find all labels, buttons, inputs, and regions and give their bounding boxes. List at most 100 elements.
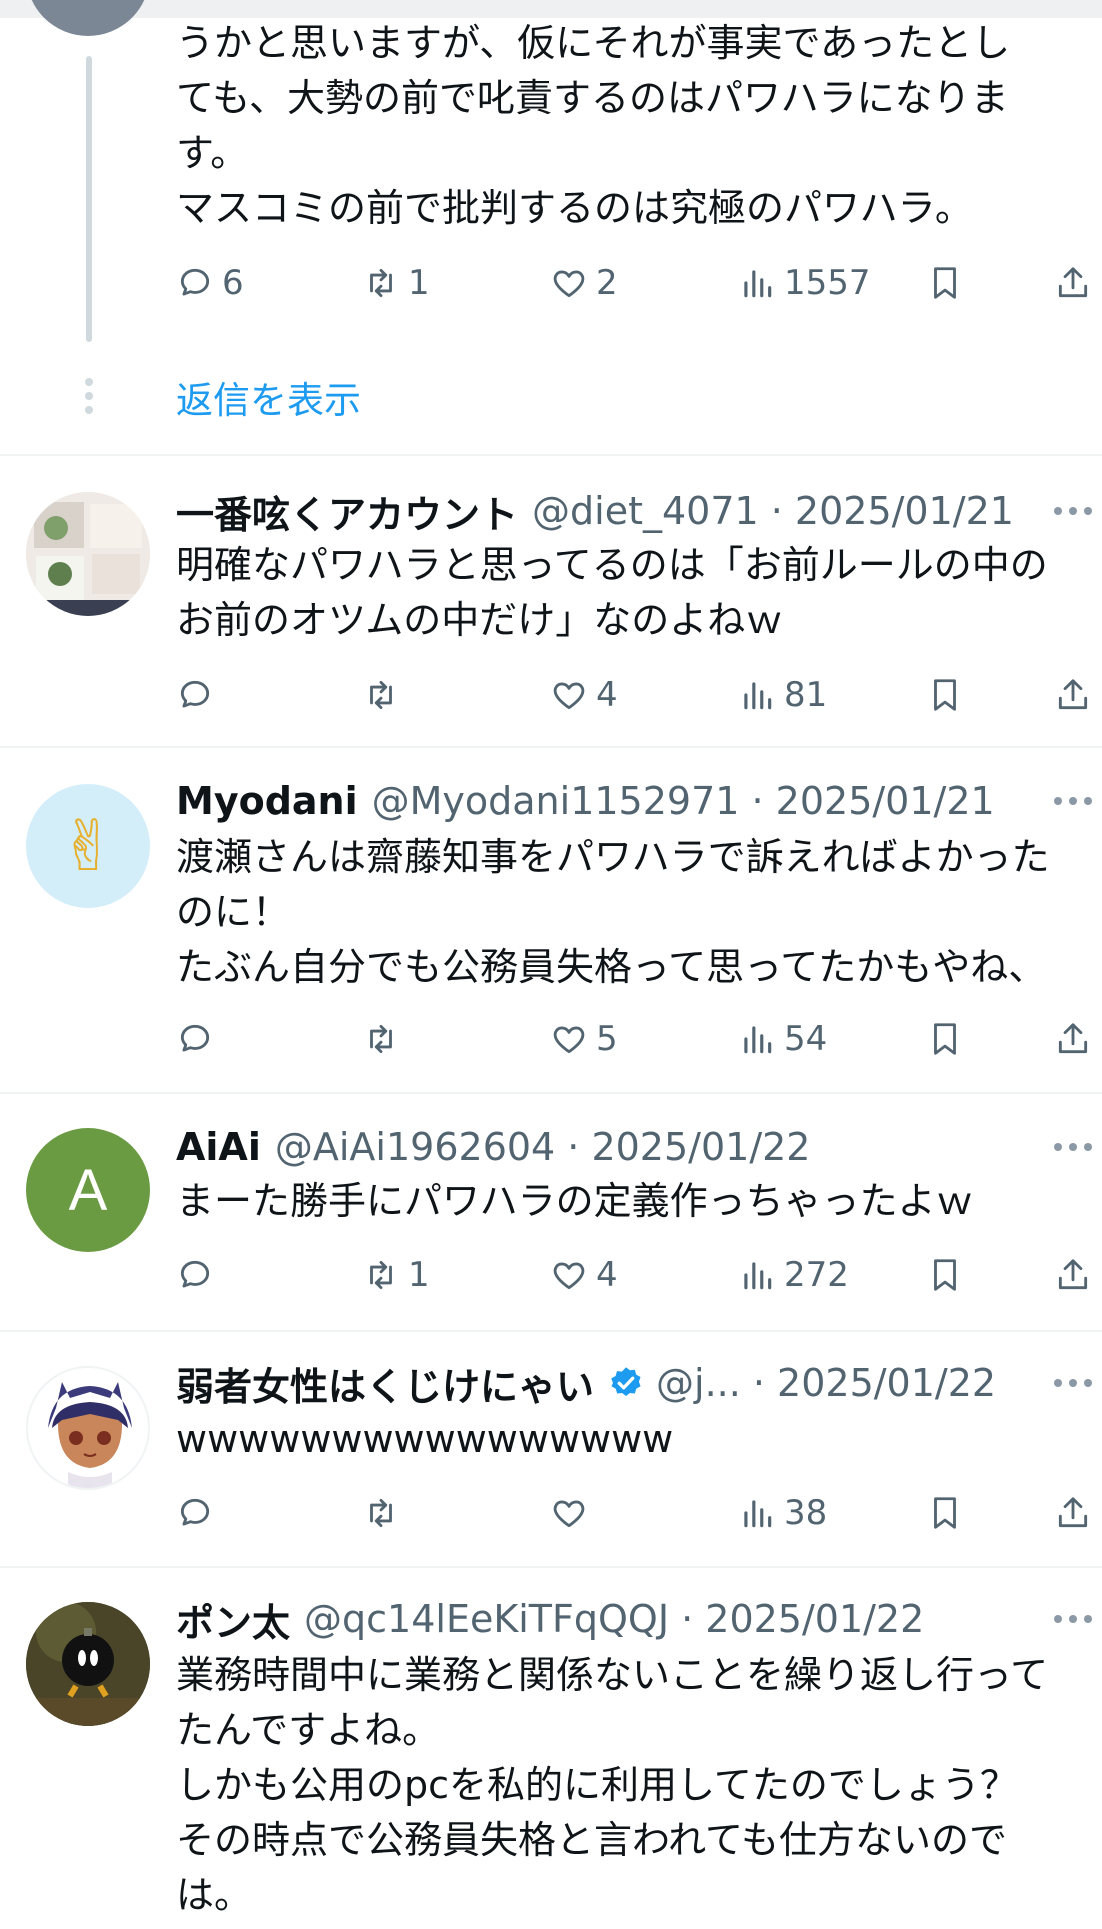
reply-button[interactable] (176, 1014, 222, 1064)
bookmark-button[interactable] (926, 258, 972, 308)
more-options-button[interactable] (1054, 1122, 1092, 1172)
reply-button[interactable] (176, 670, 222, 720)
like-button[interactable]: 5 (550, 1014, 618, 1064)
share-icon (1058, 679, 1088, 710)
dot-icon (1084, 507, 1092, 515)
dot-icon (1069, 1615, 1077, 1623)
handle-date[interactable]: @qc14lEeKiTFqQQJ · 2025/01/22 (304, 1597, 924, 1641)
dot-icon (1084, 1615, 1092, 1623)
display-name[interactable]: Myodani (176, 779, 358, 823)
like-count: 2 (596, 263, 618, 303)
views-icon (744, 1500, 772, 1528)
retweet-button[interactable]: 1 (362, 1250, 430, 1300)
like-button[interactable]: 4 (550, 1250, 618, 1300)
divider (0, 454, 1102, 456)
share-button[interactable] (1054, 1014, 1100, 1064)
share-icon (1058, 1259, 1088, 1290)
like-button[interactable]: 4 (550, 670, 618, 720)
avatar[interactable]: ✌ (26, 784, 150, 908)
avatar[interactable]: A (26, 1128, 150, 1252)
tweet-header: AiAi @AiAi1962604 · 2025/01/22 (176, 1122, 810, 1172)
views-button[interactable]: 81 (738, 670, 827, 720)
bookmark-icon (934, 267, 956, 299)
retweet-icon (370, 1260, 392, 1290)
reply-icon (180, 680, 210, 708)
tweet-text: まーた勝手にパワハラの定義作っちゃったよｗ (176, 1179, 974, 1223)
views-count: 54 (784, 1019, 828, 1059)
views-count: 272 (784, 1255, 849, 1295)
share-button[interactable] (1054, 1250, 1100, 1300)
like-button[interactable]: 2 (550, 258, 618, 308)
bookmark-button[interactable] (926, 1488, 972, 1538)
like-button[interactable] (550, 1488, 596, 1538)
show-replies-link[interactable]: 返信を表示 (176, 370, 361, 424)
bookmark-icon (934, 679, 956, 711)
tweet-text: wwwwwwwwwwwwwwww (176, 1417, 674, 1461)
more-options-button[interactable] (1054, 1358, 1092, 1408)
divider (0, 746, 1102, 748)
handle-date[interactable]: @j... · 2025/01/22 (656, 1361, 996, 1405)
more-options-button[interactable] (1054, 486, 1092, 536)
views-icon (744, 1262, 772, 1290)
heart-icon (553, 682, 585, 710)
views-button[interactable]: 272 (738, 1250, 849, 1300)
views-count: 38 (784, 1493, 828, 1533)
reply-button[interactable] (176, 1250, 222, 1300)
views-count: 81 (784, 675, 828, 715)
more-options-button[interactable] (1054, 1594, 1092, 1644)
dot-icon (1084, 1143, 1092, 1151)
tweet-actions: 38 (176, 1488, 1096, 1538)
divider (0, 1330, 1102, 1332)
avatar[interactable] (26, 1602, 150, 1726)
retweet-button[interactable]: 1 (362, 258, 430, 308)
tweet-actions: 5 54 (176, 1014, 1096, 1064)
retweet-button[interactable] (362, 1488, 408, 1538)
avatar[interactable] (26, 0, 150, 36)
handle-date[interactable]: @Myodani1152971 · 2025/01/21 (372, 779, 995, 823)
bookmark-button[interactable] (926, 1250, 972, 1300)
bookmark-icon (934, 1497, 956, 1529)
reply-button[interactable] (176, 1488, 222, 1538)
verified-badge-icon (611, 1367, 641, 1397)
handle-date[interactable]: @AiAi1962604 · 2025/01/22 (275, 1125, 811, 1169)
tweet-header: 一番呟くアカウント @diet_4071 · 2025/01/21 (176, 484, 1014, 539)
retweet-count: 1 (408, 263, 430, 303)
anime-avatar-image (28, 1368, 148, 1488)
like-count: 4 (596, 675, 618, 715)
display-name[interactable]: ポン太 (176, 1592, 290, 1647)
retweet-count: 1 (408, 1255, 430, 1295)
views-count: 1557 (784, 263, 871, 303)
views-icon (744, 270, 772, 298)
tweet-header: Myodani @Myodani1152971 · 2025/01/21 (176, 776, 995, 826)
views-button[interactable]: 54 (738, 1014, 827, 1064)
avatar[interactable] (26, 1366, 150, 1490)
retweet-button[interactable] (362, 1014, 408, 1064)
bookmark-button[interactable] (926, 1014, 972, 1064)
tweet-text: 渡瀬さんは齋藤知事をパワハラで訴えればよかった のに！ たぶん自分でも公務員失格… (176, 835, 1050, 989)
retweet-icon (370, 268, 392, 298)
avatar[interactable] (26, 492, 150, 616)
share-button[interactable] (1054, 670, 1100, 720)
tweet-text: 明確なパワハラと思ってるのは「お前ルールの中の お前のオツムの中だけ」なのよねｗ (176, 543, 1048, 642)
display-name[interactable]: AiAi (176, 1125, 261, 1169)
heart-icon (553, 1026, 585, 1054)
like-count: 5 (596, 1019, 618, 1059)
dot-icon (1084, 1379, 1092, 1387)
share-button[interactable] (1054, 1488, 1100, 1538)
heart-icon (553, 1262, 585, 1290)
display-name[interactable]: 弱者女性はくじけにゃい (176, 1356, 594, 1411)
reply-icon (180, 1498, 210, 1526)
reply-icon (180, 1024, 210, 1052)
handle-date[interactable]: @diet_4071 · 2025/01/21 (532, 489, 1014, 533)
display-name[interactable]: 一番呟くアカウント (176, 484, 518, 539)
share-button[interactable] (1054, 258, 1100, 308)
views-button[interactable]: 1557 (738, 258, 871, 308)
reply-button[interactable]: 6 (176, 258, 244, 308)
tweet-header: ポン太 @qc14lEeKiTFqQQJ · 2025/01/22 (176, 1592, 924, 1647)
retweet-button[interactable] (362, 670, 408, 720)
reply-count: 6 (222, 263, 244, 303)
tweet-actions: 6 1 2 1557 (176, 258, 1096, 308)
bookmark-button[interactable] (926, 670, 972, 720)
more-options-button[interactable] (1054, 776, 1092, 826)
views-button[interactable]: 38 (738, 1488, 827, 1538)
